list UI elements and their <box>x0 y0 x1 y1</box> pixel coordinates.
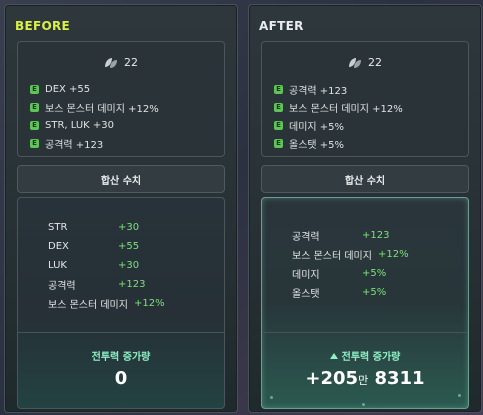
combat-power-label-text: 전투력 증가량 <box>91 352 151 363</box>
stat-value: +5% <box>362 287 387 298</box>
stat-row: STR +30 <box>48 218 165 237</box>
combat-power-label: 전투력 증가량 <box>18 348 224 363</box>
tier-row: 22 <box>262 56 468 69</box>
sparkle-dot <box>270 396 273 399</box>
combat-power-rest: 8311 <box>374 368 425 389</box>
stat-name: 보스 몬스터 데미지 <box>292 251 372 262</box>
stat-row: 보스 몬스터 데미지 +12% <box>292 245 409 264</box>
potential-line-text: STR, LUK +30 <box>45 119 114 131</box>
after-stat-table: 공격력 +123 보스 몬스터 데미지 +12% 데미지 +5% 올스탯 +5% <box>292 226 409 302</box>
stat-name: 공격력 <box>292 232 320 243</box>
potential-line: E DEX +55 <box>30 80 159 98</box>
stat-value: +30 <box>118 260 140 271</box>
stat-value: +30 <box>118 222 140 233</box>
stat-name: 보스 몬스터 데미지 <box>48 300 128 311</box>
potential-line: E 데미지 +5% <box>274 116 403 134</box>
rank-e-badge-icon: E <box>30 84 39 94</box>
rank-e-badge-icon: E <box>274 138 283 148</box>
potential-lines: E DEX +55 E 보스 몬스터 데미지 +12% E STR, LUK +… <box>30 80 159 152</box>
before-sum-button[interactable]: 합산 수치 <box>17 165 225 193</box>
stat-value: +12% <box>377 249 409 260</box>
after-panel: AFTER 22 E 공격력 +123 E 보스 몬스터 데미지 +12% E … <box>248 4 482 413</box>
leaf-emblem-icon <box>348 57 362 69</box>
after-header: AFTER <box>259 19 304 33</box>
stat-name: 올스탯 <box>292 289 320 300</box>
stat-row: 보스 몬스터 데미지 +12% <box>48 294 165 313</box>
rank-e-badge-icon: E <box>30 120 39 130</box>
before-potential-box: 22 E DEX +55 E 보스 몬스터 데미지 +12% E STR, LU… <box>17 41 225 157</box>
divider <box>18 332 224 333</box>
rank-e-badge-icon: E <box>30 138 39 148</box>
combat-power-label-text: 전투력 증가량 <box>341 352 401 363</box>
potential-line-text: 공격력 +123 <box>45 139 104 151</box>
sparkle-dot <box>362 403 365 406</box>
potential-line-text: DEX +55 <box>45 83 91 95</box>
after-sum-button[interactable]: 합산 수치 <box>261 165 469 193</box>
stat-name: DEX <box>48 241 69 252</box>
potential-line: E STR, LUK +30 <box>30 116 159 134</box>
potential-line-text: 보스 몬스터 데미지 +12% <box>289 103 403 115</box>
potential-line-text: 데미지 +5% <box>289 121 345 133</box>
stat-row: DEX +55 <box>48 237 165 256</box>
stat-row: LUK +30 <box>48 256 165 275</box>
tier-row: 22 <box>18 56 224 69</box>
rank-e-badge-icon: E <box>274 102 283 112</box>
tier-value: 22 <box>124 56 138 69</box>
potential-line: E 공격력 +123 <box>274 80 403 98</box>
rank-e-badge-icon: E <box>274 120 283 130</box>
stat-name: LUK <box>48 260 67 271</box>
before-sum-box: STR +30 DEX +55 LUK +30 공격력 +123 보스 몬스터 … <box>17 197 225 409</box>
after-potential-box: 22 E 공격력 +123 E 보스 몬스터 데미지 +12% E 데미지 +5… <box>261 41 469 157</box>
sparkle-dot <box>458 394 461 397</box>
stat-row: 데미지 +5% <box>292 264 409 283</box>
stat-row: 공격력 +123 <box>292 226 409 245</box>
stat-name: STR <box>48 222 68 233</box>
combat-power-unit: 만 <box>358 374 369 387</box>
before-panel: BEFORE 22 E DEX +55 E 보스 몬스터 데미지 +12% E … <box>4 4 238 413</box>
tier-value: 22 <box>368 56 382 69</box>
stat-value: +123 <box>118 279 146 290</box>
combat-power-value: +205만 8311 <box>262 368 468 389</box>
potential-line-text: 공격력 +123 <box>289 85 348 97</box>
combat-power-prefix: +205 <box>305 368 359 389</box>
combat-power-label: 전투력 증가량 <box>262 348 468 363</box>
potential-line: E 보스 몬스터 데미지 +12% <box>274 98 403 116</box>
potential-line: E 공격력 +123 <box>30 134 159 152</box>
triangle-up-icon <box>329 352 338 359</box>
stat-row: 올스탯 +5% <box>292 283 409 302</box>
before-header: BEFORE <box>15 19 70 33</box>
stat-name: 데미지 <box>292 270 320 281</box>
stat-value: +55 <box>118 241 140 252</box>
potential-line-text: 올스탯 +5% <box>289 139 345 151</box>
stat-value: +12% <box>133 298 165 309</box>
stat-name: 공격력 <box>48 281 76 292</box>
after-sum-box: 공격력 +123 보스 몬스터 데미지 +12% 데미지 +5% 올스탯 +5%… <box>261 197 469 409</box>
stat-value: +5% <box>362 268 387 279</box>
potential-line: E 보스 몬스터 데미지 +12% <box>30 98 159 116</box>
potential-line: E 올스탯 +5% <box>274 134 403 152</box>
rank-e-badge-icon: E <box>274 84 283 94</box>
leaf-emblem-icon <box>104 57 118 69</box>
stat-value: +123 <box>362 230 390 241</box>
potential-line-text: 보스 몬스터 데미지 +12% <box>45 103 159 115</box>
combat-power-value: 0 <box>114 368 128 389</box>
before-stat-table: STR +30 DEX +55 LUK +30 공격력 +123 보스 몬스터 … <box>48 218 165 313</box>
rank-e-badge-icon: E <box>30 102 39 112</box>
potential-lines: E 공격력 +123 E 보스 몬스터 데미지 +12% E 데미지 +5% E… <box>274 80 403 152</box>
divider <box>262 332 468 333</box>
stat-row: 공격력 +123 <box>48 275 165 294</box>
